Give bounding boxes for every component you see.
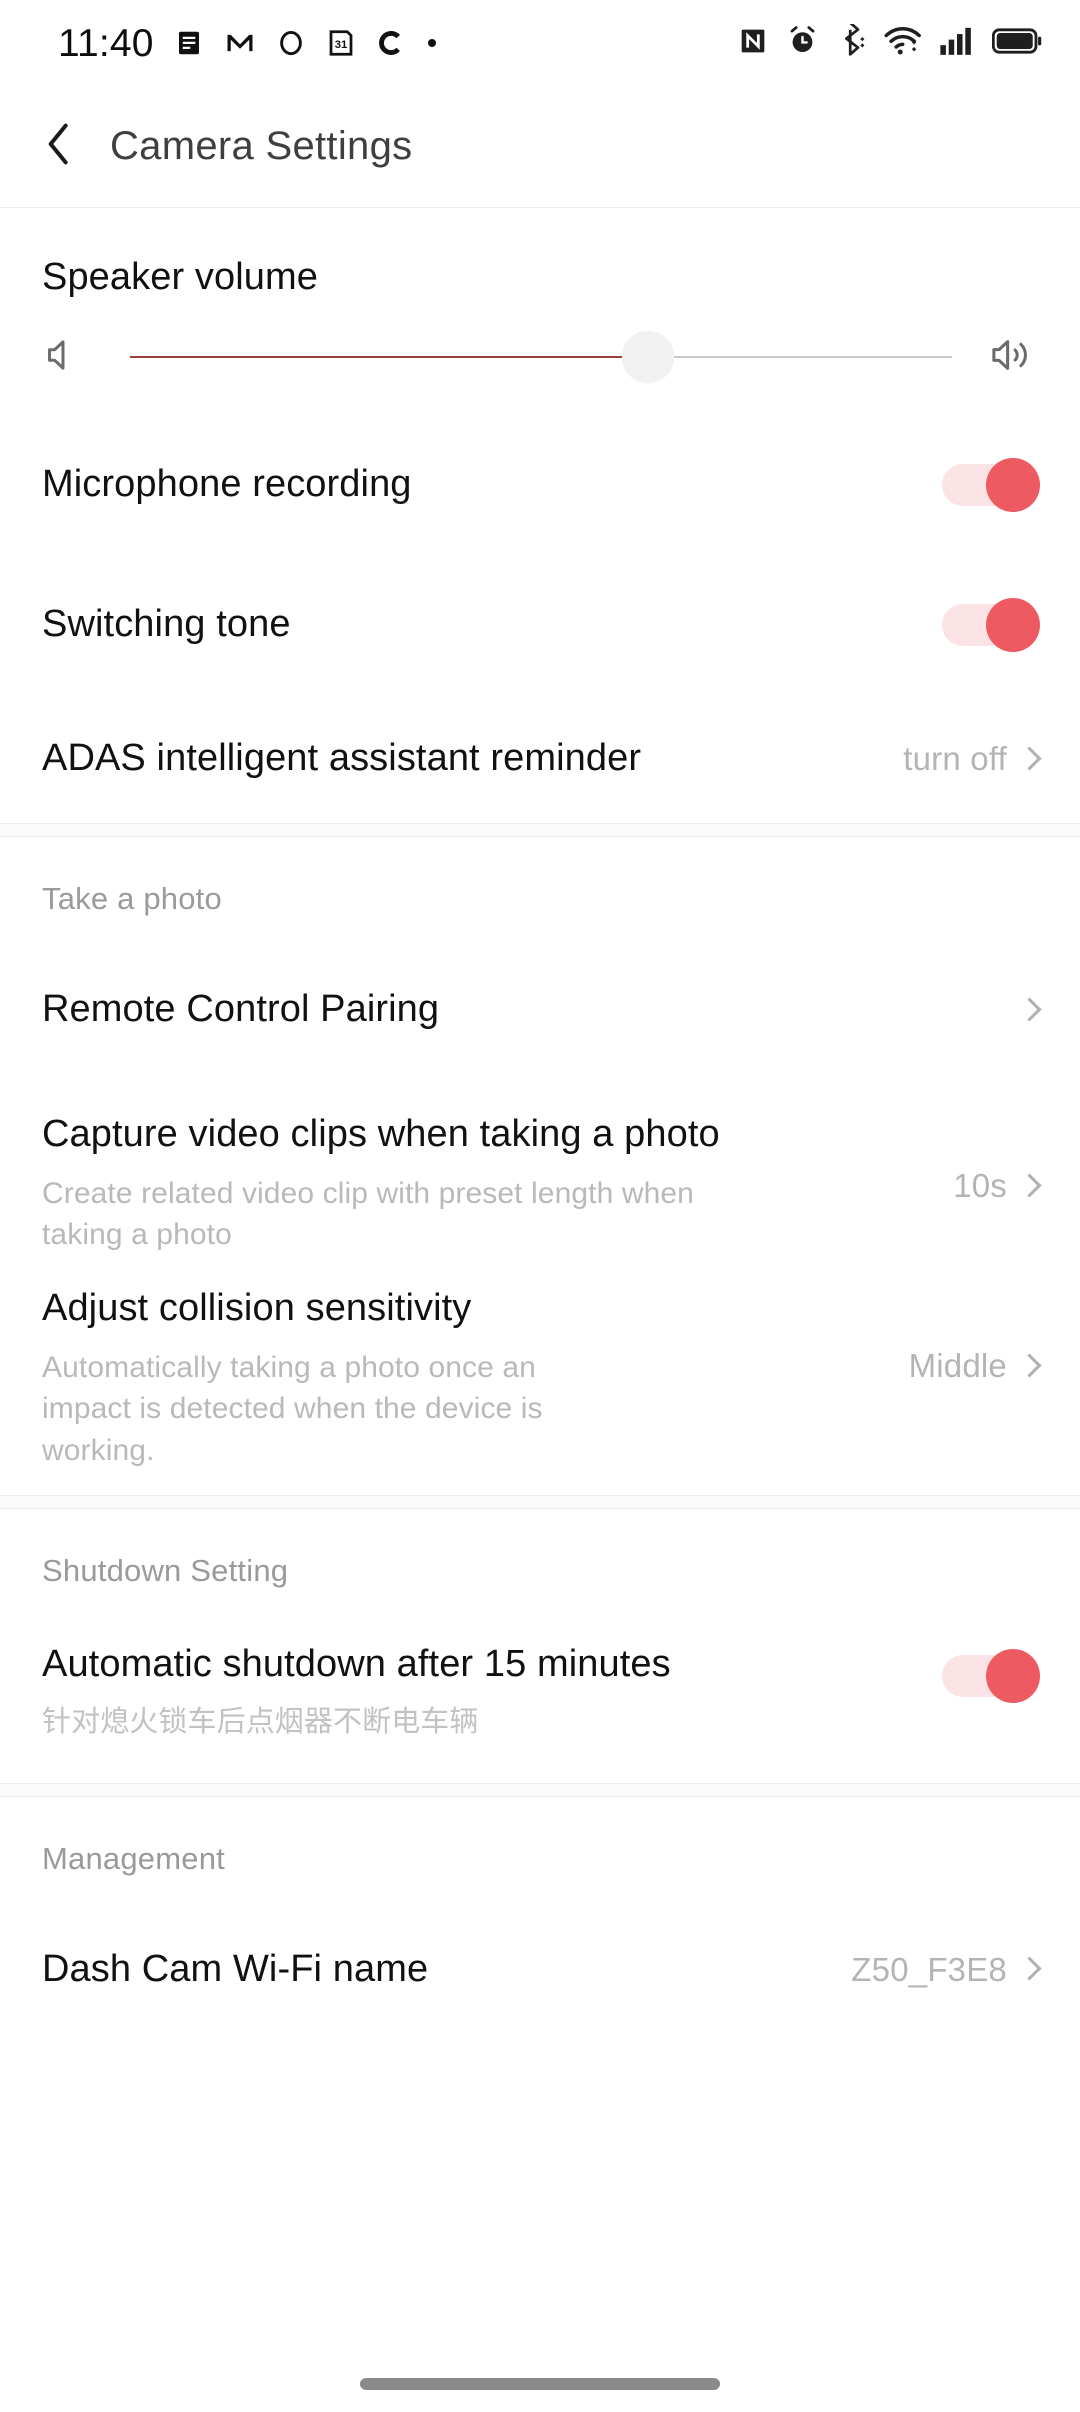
dot-icon [424,35,440,51]
row-title: Capture video clips when taking a photo [42,1113,720,1155]
circle-app-icon [276,28,306,58]
section-divider [0,1494,1080,1509]
toggle-automatic-shutdown[interactable] [942,1648,1040,1703]
row-collision-sensitivity[interactable]: Adjust collision sensitivity Automatical… [0,1255,1080,1495]
section-caption-management: Management [42,1840,225,1876]
app-bar: Camera Settings [0,86,1080,208]
alarm-icon [786,24,819,62]
chevron-right-icon [1017,1956,1042,1981]
row-value: turn off [903,740,1007,777]
row-capture-video-clips[interactable]: Capture video clips when taking a photo … [0,1085,1080,1255]
row-subtitle: 针对熄火锁车后点烟器不断电车辆 [42,1706,479,1739]
chevron-right-icon [1017,1172,1042,1198]
row-title: Switching tone [42,603,291,646]
chevron-right-icon [1017,996,1042,1022]
chevron-right-icon [1017,1353,1042,1378]
row-title: Automatic shutdown after 15 minutes [42,1642,671,1685]
status-bar-left: 11:40 31 [58,24,440,63]
take-a-photo-section: Take a photo Remote Control Pairing Capt… [0,837,1080,1495]
row-value: 10s [953,1167,1007,1204]
toggle-switching-tone[interactable] [942,598,1040,652]
section-divider [0,823,1080,837]
row-subtitle: Automatically taking a photo once an imp… [42,1350,543,1467]
bluetooth-icon [836,21,867,62]
row-subtitle: Create related video clip with preset le… [42,1176,694,1251]
speaker-volume-slider-row [42,299,1038,415]
battery-icon [991,26,1042,61]
nfc-icon [737,25,769,62]
notes-icon [174,28,204,58]
page-title: Camera Settings [110,124,413,168]
chevron-right-icon [1017,745,1042,771]
section-divider [0,1782,1080,1797]
gmail-icon [224,28,256,58]
speaker-volume-slider[interactable] [130,327,952,387]
row-adas-reminder[interactable]: ADAS intelligent assistant reminder turn… [0,695,1080,823]
section-caption-shutdown-setting: Shutdown Setting [42,1552,289,1588]
row-dashcam-wifi-name[interactable]: Dash Cam Wi-Fi name Z50_F3E8 [0,1895,1080,2045]
status-bar-right [737,21,1042,62]
wifi-icon [884,25,922,62]
row-microphone-recording[interactable]: Microphone recording [0,415,1080,555]
slider-thumb[interactable] [621,331,674,383]
row-remote-control-pairing[interactable]: Remote Control Pairing [0,935,1080,1085]
row-value: Middle [908,1347,1007,1385]
toggle-microphone-recording[interactable] [942,458,1040,512]
row-switching-tone[interactable]: Switching tone [0,555,1080,695]
row-title: ADAS intelligent assistant reminder [42,737,642,780]
svg-text:31: 31 [334,39,347,51]
section-caption-take-a-photo: Take a photo [42,881,222,916]
row-title: Microphone recording [42,463,412,506]
row-value: Z50_F3E8 [851,1950,1007,1988]
speaker-volume-label: Speaker volume [42,256,318,298]
camera-settings-screen: 11:40 31 Camera Settings Speaker volume … [0,0,1080,2412]
volume-high-icon [988,332,1038,383]
management-section: Management Dash Cam Wi-Fi name Z50_F3E8 [0,1796,1080,2045]
toggle-knob [986,458,1040,512]
row-automatic-shutdown[interactable]: Automatic shutdown after 15 minutes 针对熄火… [0,1607,1080,1783]
home-indicator[interactable] [360,2378,720,2390]
c-app-icon [376,29,404,57]
status-bar: 11:40 31 [0,0,1080,86]
row-title: Dash Cam Wi-Fi name [42,1948,429,1991]
status-clock: 11:40 [58,21,154,65]
slider-fill [130,355,648,359]
volume-mute-icon [42,334,84,381]
row-title: Remote Control Pairing [42,988,440,1031]
back-button[interactable] [0,86,110,207]
cellular-signal-icon [939,25,975,62]
calendar-31-icon: 31 [326,28,356,58]
toggle-knob [986,1648,1040,1703]
shutdown-setting-section: Shutdown Setting Automatic shutdown afte… [0,1508,1080,1783]
toggle-knob [986,598,1040,652]
row-title: Adjust collision sensitivity [42,1287,472,1330]
speaker-volume-section: Speaker volume Microphone recording Swit… [0,208,1080,823]
chevron-left-icon [39,120,79,173]
